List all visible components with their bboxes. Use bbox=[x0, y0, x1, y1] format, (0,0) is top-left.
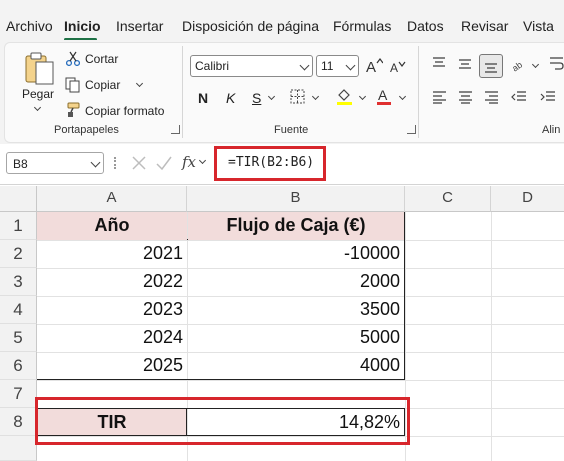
font-launcher-icon[interactable] bbox=[407, 125, 416, 134]
cell-b3[interactable]: 2000 bbox=[188, 268, 404, 296]
tab-disposicion[interactable]: Disposición de página bbox=[182, 18, 319, 34]
row-header-4[interactable]: 4 bbox=[0, 296, 37, 324]
orientation-icon[interactable]: ab bbox=[512, 58, 528, 72]
tab-datos[interactable]: Datos bbox=[407, 18, 444, 34]
group-divider bbox=[182, 46, 183, 138]
cell-a3[interactable]: 2022 bbox=[37, 268, 187, 296]
tab-revisar[interactable]: Revisar bbox=[461, 18, 508, 34]
cell-a4[interactable]: 2023 bbox=[37, 296, 187, 324]
align-top-icon[interactable] bbox=[432, 57, 446, 69]
chevron-down-icon bbox=[90, 157, 101, 168]
row-header-7[interactable]: 7 bbox=[0, 380, 37, 408]
cut-button[interactable]: Cortar bbox=[85, 52, 118, 66]
name-box[interactable]: B8 bbox=[6, 152, 104, 174]
tab-inicio[interactable]: Inicio bbox=[64, 18, 101, 34]
paste-button[interactable]: Pegar bbox=[22, 87, 54, 101]
svg-text:A: A bbox=[378, 87, 388, 103]
row-header-1[interactable]: 1 bbox=[0, 212, 37, 240]
copy-icon bbox=[65, 77, 80, 93]
tab-formulas[interactable]: Fórmulas bbox=[333, 18, 391, 34]
tab-archivo[interactable]: Archivo bbox=[6, 18, 53, 34]
group-divider bbox=[418, 46, 419, 138]
cell-a5[interactable]: 2024 bbox=[37, 324, 187, 352]
cell-b5[interactable]: 5000 bbox=[188, 324, 404, 352]
font-group-label: Fuente bbox=[274, 124, 309, 136]
align-bottom-icon bbox=[485, 63, 497, 73]
row-header-2[interactable]: 2 bbox=[0, 240, 37, 268]
grow-font-icon[interactable]: A bbox=[365, 57, 383, 75]
font-size-value: 11 bbox=[321, 59, 334, 73]
gridline bbox=[491, 212, 492, 461]
font-color-icon[interactable]: A bbox=[376, 87, 392, 106]
copy-button[interactable]: Copiar bbox=[85, 78, 120, 92]
scissors-icon bbox=[66, 51, 80, 66]
alignment-group-label: Alin bbox=[542, 124, 561, 136]
chevron-down-icon bbox=[345, 60, 356, 71]
tab-vista[interactable]: Vista bbox=[523, 18, 554, 34]
align-middle-icon[interactable] bbox=[458, 59, 472, 71]
row-header-3[interactable]: 3 bbox=[0, 268, 37, 296]
bold-button[interactable]: N bbox=[198, 90, 208, 106]
cell-a6[interactable]: 2025 bbox=[37, 352, 187, 380]
tir-highlight bbox=[35, 397, 410, 445]
font-name-value: Calibri bbox=[195, 59, 230, 73]
cancel-icon[interactable] bbox=[131, 155, 147, 171]
ribbon-tabs: Archivo Inicio Insertar Disposición de p… bbox=[0, 0, 564, 41]
chevron-down-icon bbox=[299, 60, 310, 71]
row-header-8[interactable]: 8 bbox=[0, 408, 37, 436]
borders-icon[interactable] bbox=[290, 89, 306, 105]
wrap-text-icon[interactable] bbox=[549, 56, 564, 72]
column-header-a[interactable]: A bbox=[37, 186, 187, 212]
align-bottom-button[interactable] bbox=[479, 54, 503, 78]
row-header-9[interactable] bbox=[0, 436, 37, 461]
cell-b6[interactable]: 4000 bbox=[188, 352, 404, 380]
underline-button[interactable]: S bbox=[252, 90, 261, 106]
resize-handle[interactable] bbox=[114, 157, 117, 169]
format-painter-button[interactable]: Copiar formato bbox=[85, 104, 164, 118]
gridline bbox=[37, 380, 564, 381]
enter-check-icon[interactable] bbox=[155, 155, 172, 171]
increase-indent-icon[interactable] bbox=[540, 90, 556, 104]
italic-button[interactable]: K bbox=[226, 90, 235, 106]
column-header-c[interactable]: C bbox=[405, 186, 491, 212]
cell-a1[interactable]: Año bbox=[37, 212, 187, 240]
svg-text:A: A bbox=[366, 59, 376, 75]
svg-text:A: A bbox=[390, 61, 398, 75]
shrink-font-icon[interactable]: A bbox=[389, 59, 407, 75]
insert-function-button[interactable]: fx bbox=[182, 153, 196, 171]
row-header-5[interactable]: 5 bbox=[0, 324, 37, 352]
font-name-select[interactable]: Calibri bbox=[190, 55, 313, 77]
select-all-corner[interactable] bbox=[0, 186, 37, 212]
tab-insertar[interactable]: Insertar bbox=[116, 18, 163, 34]
svg-text:ab: ab bbox=[512, 60, 524, 72]
fill-color-swatch bbox=[337, 102, 352, 105]
paste-icon[interactable] bbox=[24, 50, 56, 86]
formula-input[interactable]: =TIR(B2:B6) bbox=[228, 155, 314, 170]
decrease-indent-icon[interactable] bbox=[511, 90, 527, 104]
align-center-icon[interactable] bbox=[458, 90, 473, 104]
cell-b2[interactable]: -10000 bbox=[188, 240, 404, 268]
cell-a2[interactable]: 2021 bbox=[37, 240, 187, 268]
align-right-icon[interactable] bbox=[484, 90, 499, 104]
cell-b1[interactable]: Flujo de Caja (€) bbox=[188, 212, 404, 240]
format-painter-icon bbox=[67, 102, 80, 117]
clipboard-group-label: Portapapeles bbox=[54, 124, 119, 136]
row-header-6[interactable]: 6 bbox=[0, 352, 37, 380]
cell-b4[interactable]: 3500 bbox=[188, 296, 404, 324]
name-box-value: B8 bbox=[13, 157, 28, 171]
font-size-select[interactable]: 11 bbox=[316, 55, 359, 77]
fill-color-icon[interactable] bbox=[336, 87, 353, 106]
align-left-icon[interactable] bbox=[432, 90, 447, 104]
column-header-d[interactable]: D bbox=[491, 186, 564, 212]
font-color-swatch bbox=[377, 102, 391, 105]
column-header-b[interactable]: B bbox=[187, 186, 405, 212]
clipboard-launcher-icon[interactable] bbox=[171, 125, 180, 134]
